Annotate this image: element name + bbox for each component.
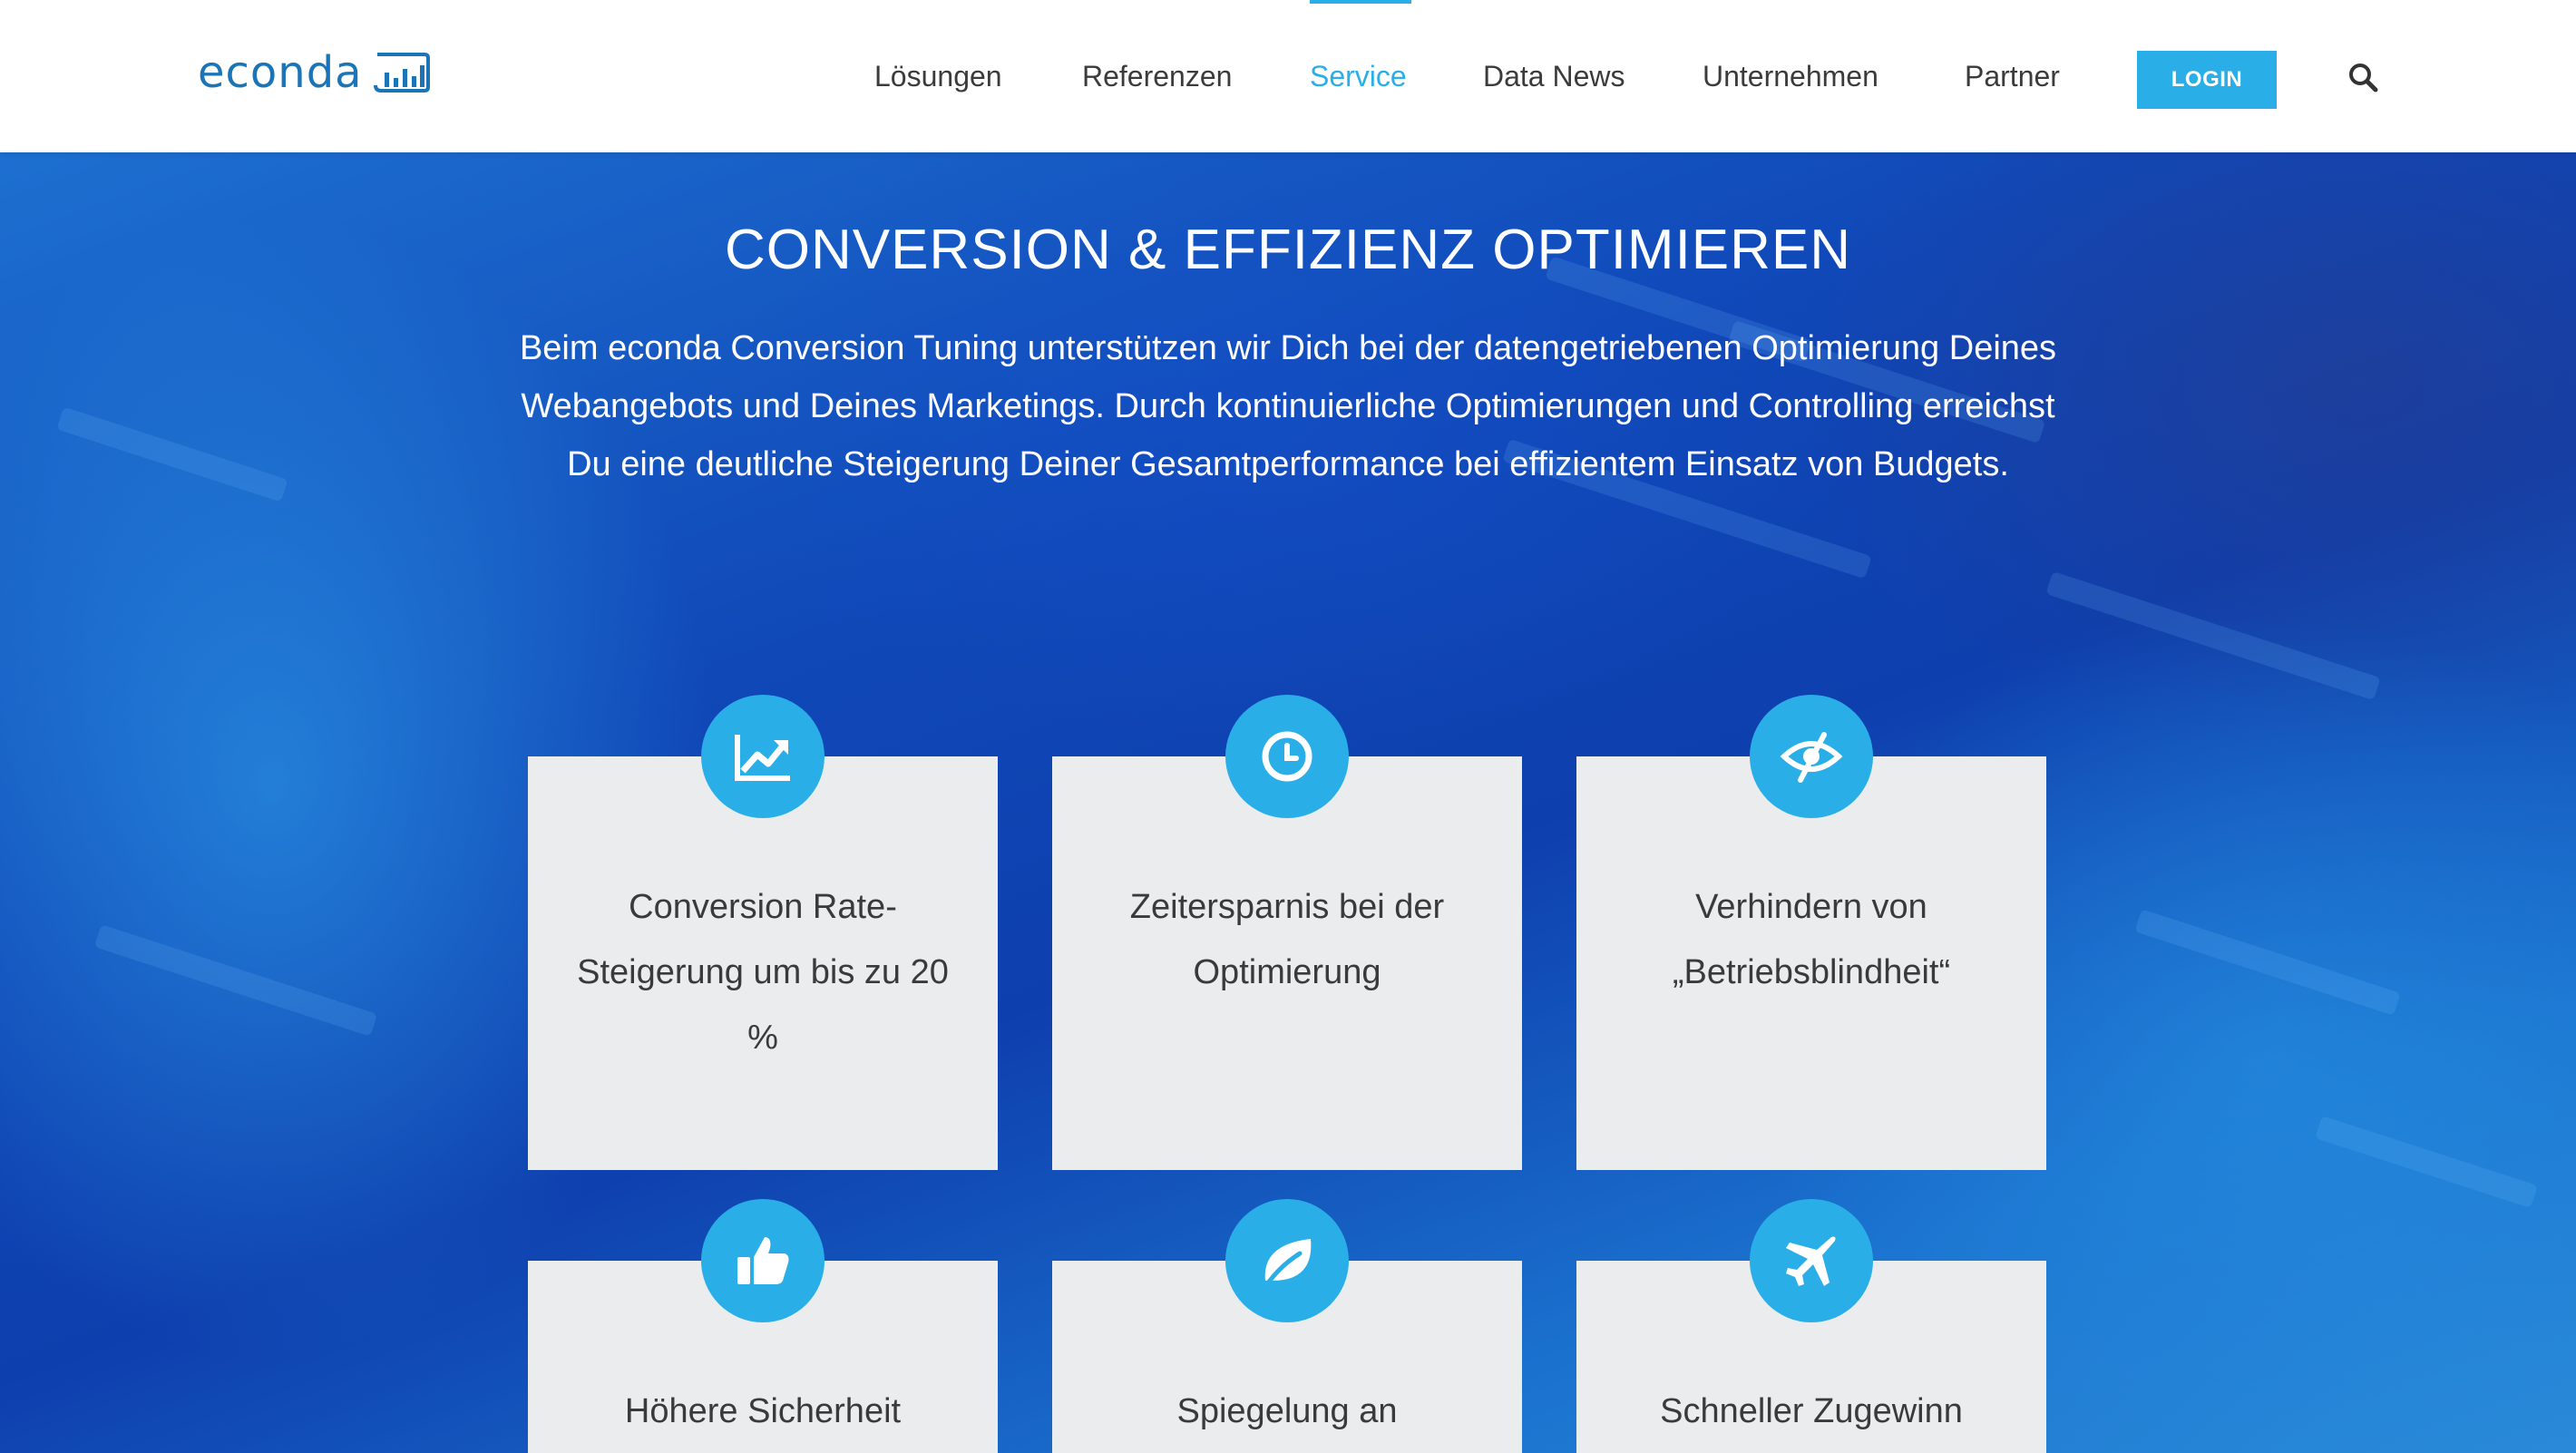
login-button[interactable]: LOGIN bbox=[2137, 51, 2277, 109]
bg-streak bbox=[93, 924, 378, 1037]
benefit-card-text: Conversion Rate-Steigerung um bis zu 20 … bbox=[577, 888, 949, 1057]
thumbs-up-icon bbox=[701, 1199, 825, 1322]
benefit-card-text: Verhindern von „Betriebsblindheit“ bbox=[1672, 888, 1951, 991]
eye-slash-icon bbox=[1750, 695, 1873, 818]
clock-icon bbox=[1225, 695, 1349, 818]
benefit-card-blindness: Verhindern von „Betriebsblindheit“ bbox=[1576, 756, 2046, 1170]
nav-active-indicator bbox=[1310, 0, 1411, 4]
benefit-card-text: Höhere Sicherheit bbox=[624, 1392, 902, 1430]
line-chart-icon bbox=[701, 695, 825, 818]
nav-item-unternehmen[interactable]: Unternehmen bbox=[1703, 58, 1878, 94]
nav-item-service[interactable]: Service bbox=[1310, 58, 1407, 94]
benefit-card-text: Spiegelung an bbox=[1176, 1392, 1398, 1430]
benefit-card-text: Zeitersparnis bei der Optimierung bbox=[1129, 888, 1445, 991]
nav-item-partner[interactable]: Partner bbox=[1965, 58, 2060, 94]
benefit-card-conversion: Conversion Rate-Steigerung um bis zu 20 … bbox=[528, 756, 998, 1170]
nav-item-loesungen[interactable]: Lösungen bbox=[874, 58, 1002, 94]
site-header: econda Lösungen Referenzen Service Data … bbox=[0, 0, 2576, 152]
nav-item-referenzen[interactable]: Referenzen bbox=[1082, 58, 1232, 94]
bg-streak bbox=[56, 406, 288, 502]
leaf-icon bbox=[1225, 1199, 1349, 1322]
bg-streak bbox=[2315, 1116, 2538, 1208]
hero-title: CONVERSION & EFFIZIENZ OPTIMIEREN bbox=[724, 219, 1852, 281]
bg-streak bbox=[2134, 909, 2401, 1016]
plane-icon bbox=[1750, 1199, 1873, 1322]
hero-section: CONVERSION & EFFIZIENZ OPTIMIEREN Beim e… bbox=[0, 152, 2576, 1453]
search-icon[interactable] bbox=[2347, 62, 2378, 93]
benefit-card-text: Schneller Zugewinn bbox=[1660, 1392, 1963, 1430]
nav-item-data-news[interactable]: Data News bbox=[1483, 58, 1625, 94]
bg-streak bbox=[2045, 570, 2381, 701]
benefit-card-time: Zeitersparnis bei der Optimierung bbox=[1052, 756, 1522, 1170]
hero-description: Beim econda Conversion Tuning unterstütz… bbox=[519, 329, 2057, 483]
